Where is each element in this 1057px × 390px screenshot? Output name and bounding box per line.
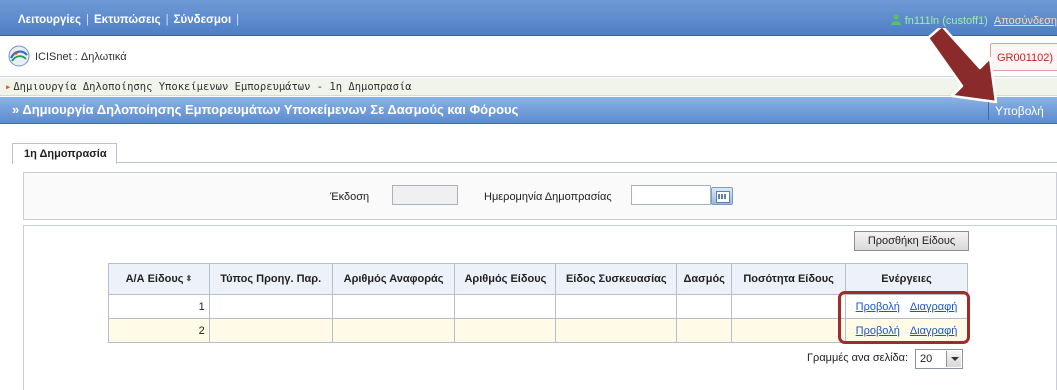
tab-1st-auction[interactable]: 1η Δημοπρασία — [12, 143, 117, 164]
menu-item-functions[interactable]: Λειτουργίες — [18, 14, 81, 26]
table-header-row: Α/Α Είδους ⬍ Τύπος Προηγ. Παρ. Αριθμός Αν… — [108, 263, 968, 295]
rows-per-page-select[interactable]: 20 — [915, 349, 963, 369]
user-area: fn111ln (custoff1) Αποσύνδεση — [890, 14, 1057, 27]
menu-separator: | — [165, 14, 169, 26]
cell-item-no: 1 — [108, 294, 210, 319]
auction-date-field[interactable] — [631, 185, 711, 205]
table-cell — [555, 294, 678, 319]
table-cell — [331, 318, 456, 343]
page-title: » Δημιουργία Δηλοποίησης Εμπορευμάτων Υπ… — [12, 102, 519, 117]
cell-item-no: 2 — [108, 318, 210, 343]
table-cell — [676, 318, 733, 343]
column-header-actions: Ενέργειες — [845, 263, 968, 295]
table-cell — [331, 294, 456, 319]
column-header-prev-doc-type: Τύπος Προηγ. Παρ. — [208, 263, 333, 295]
sort-icon[interactable]: ⬍ — [185, 274, 192, 283]
calendar-icon[interactable] — [711, 187, 733, 205]
icisnet-logo-icon — [8, 45, 30, 67]
rows-per-page-value: 20 — [920, 353, 933, 365]
table-cell — [208, 318, 333, 343]
breadcrumb: ▸ Δημιουργία Δηλοποίησης Υποκείμενων Εμπο… — [0, 78, 1057, 96]
table-cell — [555, 318, 678, 343]
user-icon — [890, 14, 901, 25]
breadcrumb-arrow-icon: ▸ — [5, 81, 12, 93]
logout-link[interactable]: Αποσύνδεση — [994, 15, 1057, 27]
page: Λειτουργίες | Εκτυπώσεις | Σύνδεσμοι | fn111l… — [0, 0, 1057, 390]
user-name: fn111ln (custoff1) — [904, 15, 988, 27]
add-item-button[interactable]: Προσθήκη Είδους — [854, 231, 969, 251]
column-header-reference-no: Αριθμός Αναφοράς — [331, 263, 456, 295]
top-nav-bar: Λειτουργίες | Εκτυπώσεις | Σύνδεσμοι | fn111l… — [0, 0, 1057, 36]
version-field[interactable] — [392, 185, 458, 205]
table-cell — [208, 294, 333, 319]
chevron-down-icon[interactable] — [946, 351, 961, 367]
table-cell — [731, 318, 847, 343]
rows-per-page-label: Γραμμές ανα σελίδα: — [807, 352, 909, 364]
annotation-arrow-icon — [926, 28, 998, 104]
column-header-label: Α/Α Είδους — [125, 273, 184, 285]
menu-separator: | — [236, 14, 240, 26]
menu-item-prints[interactable]: Εκτυπώσεις — [94, 14, 161, 26]
breadcrumb-text: Δημιουργία Δηλοποίησης Υποκείμενων Εμπορ… — [13, 81, 412, 93]
table-cell — [454, 294, 557, 319]
column-header-quantity: Ποσότητα Είδους — [731, 263, 847, 295]
column-header-package-type: Είδος Συσκευασίας — [555, 263, 678, 295]
auction-date-label: Ημερομηνία Δημοπρασίας — [484, 191, 612, 203]
column-header-duty: Δασμός — [676, 263, 733, 295]
app-title: ICISnet : Δηλωτικά — [35, 51, 127, 63]
tab-strip: 1η Δημοπρασία — [12, 143, 1057, 164]
page-header: » Δημιουργία Δηλοποίησης Εμπορευμάτων Υπ… — [0, 97, 1057, 124]
table-cell — [676, 294, 733, 319]
app-bar: ICISnet : Δηλωτικά GR001102) — [0, 37, 1057, 77]
main-menu: Λειτουργίες | Εκτυπώσεις | Σύνδεσμοι | — [18, 14, 244, 26]
menu-item-links[interactable]: Σύνδεσμοι — [174, 14, 232, 26]
menu-separator: | — [86, 14, 89, 26]
column-header-item-no[interactable]: Α/Α Είδους ⬍ — [108, 263, 210, 295]
table-cell — [731, 294, 847, 319]
actions-highlight-box — [838, 291, 970, 344]
column-header-item-number: Αριθμός Είδους — [454, 263, 557, 295]
version-label: Έκδοση — [330, 191, 370, 203]
table-cell — [454, 318, 557, 343]
